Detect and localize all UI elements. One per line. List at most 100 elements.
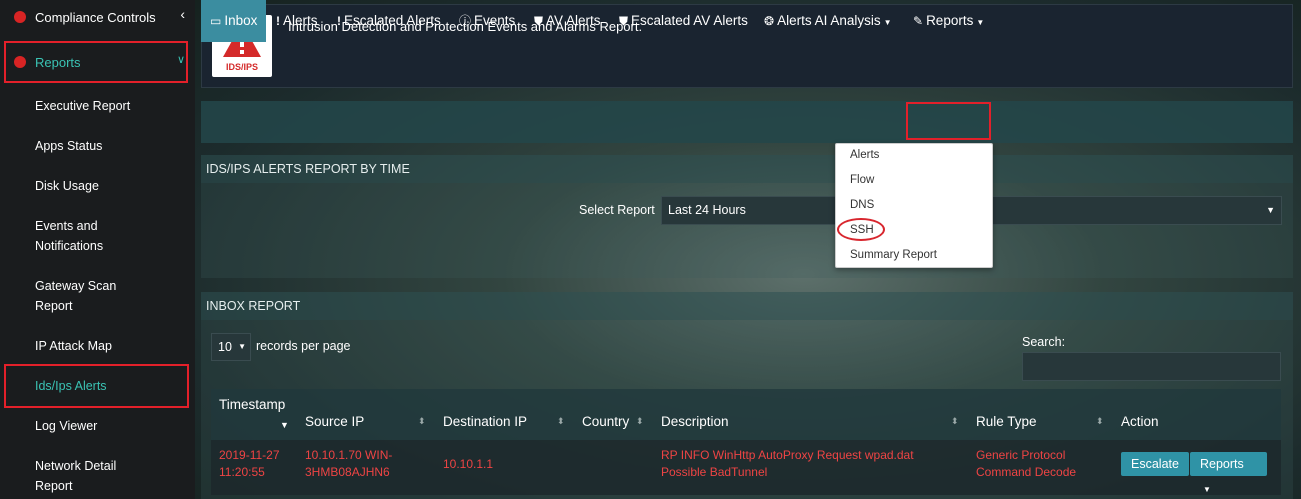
menu-item-dns[interactable]: DNS xyxy=(850,199,874,211)
search-label: Search: xyxy=(1022,335,1066,349)
reports-dropdown-menu: Alerts Flow DNS SSH Summary Report xyxy=(835,143,993,268)
cell-description: RP INFO WinHttp AutoProxy Request wpad.d… xyxy=(661,447,914,481)
sidebar-item-apps-status[interactable]: Apps Status xyxy=(0,136,195,156)
caret-down-icon: ▼ xyxy=(976,18,985,27)
tab-label: Alerts AI Analysis xyxy=(777,13,881,28)
column-country[interactable]: Country xyxy=(582,414,629,429)
info-circle-icon: ⓘ xyxy=(459,14,472,28)
shield-icon: ⛊ xyxy=(619,14,629,28)
tab-label: Escalated Alerts xyxy=(344,13,441,28)
button-label: Reports xyxy=(1200,457,1244,471)
bullet-icon xyxy=(14,11,26,23)
sidebar-item-log-viewer[interactable]: Log Viewer xyxy=(0,416,195,436)
sidebar-item-disk-usage[interactable]: Disk Usage xyxy=(0,176,195,196)
sidebar-item-label: Compliance Controls xyxy=(35,9,156,25)
menu-item-flow[interactable]: Flow xyxy=(850,174,874,186)
tab-label: Reports xyxy=(926,13,974,28)
exclamation-icon: ! xyxy=(337,14,341,28)
cell-text: Possible BadTunnel xyxy=(661,465,768,479)
sidebar-item-label: Gateway Scan xyxy=(35,279,117,293)
select-report-label: Select Report xyxy=(579,203,655,217)
select-value: Last 24 Hours xyxy=(668,203,746,217)
brain-icon: ❂ xyxy=(764,14,775,28)
cell-text: RP INFO WinHttp AutoProxy Request wpad.d… xyxy=(661,448,914,462)
column-timestamp[interactable]: Timestamp xyxy=(219,397,285,412)
sidebar-item-label: IP Attack Map xyxy=(35,339,112,353)
highlight-box xyxy=(4,364,189,408)
column-destination-ip[interactable]: Destination IP xyxy=(443,414,527,429)
cell-text: 10.10.1.70 WIN- xyxy=(305,448,393,462)
cell-destination-ip: 10.10.1.1 xyxy=(443,457,494,471)
sort-icon[interactable]: ⬍ xyxy=(636,416,644,427)
ssh-highlight-circle xyxy=(837,218,885,241)
cell-text: Generic Protocol xyxy=(976,448,1066,462)
pencil-icon: ✎ xyxy=(913,14,924,28)
tab-bar xyxy=(201,101,1293,143)
cell-text: Command Decode xyxy=(976,465,1077,479)
column-description[interactable]: Description xyxy=(661,414,729,429)
search-input[interactable] xyxy=(1022,352,1281,381)
sidebar-item-label: Network Detail xyxy=(35,459,117,473)
page-length-label: records per page xyxy=(256,339,351,353)
sort-icon[interactable]: ⬍ xyxy=(1096,416,1104,427)
sidebar-item-ip-attack-map[interactable]: IP Attack Map xyxy=(0,336,195,356)
sidebar-item-label: Events and xyxy=(35,219,98,233)
caret-down-icon: ▼ xyxy=(1266,205,1275,215)
sidebar-item-executive-report[interactable]: Executive Report xyxy=(0,96,195,116)
sidebar-item-label: Log Viewer xyxy=(35,419,98,433)
page-length-select[interactable]: 10 ▼ xyxy=(211,333,251,361)
caret-down-icon: ▼ xyxy=(1203,485,1211,494)
tab-inbox[interactable]: ▭ Inbox xyxy=(201,0,266,42)
row-reports-button[interactable]: Reports ▼ xyxy=(1190,452,1267,494)
cell-text: 11:20:55 xyxy=(219,465,265,479)
sidebar-item-label: Notifications xyxy=(35,239,104,253)
tab-reports[interactable]: ✎ Reports ▼ xyxy=(913,0,984,42)
cell-source-ip: 10.10.1.70 WIN- 3HMB08AJHN6 xyxy=(305,447,392,481)
tab-alerts-ai-analysis[interactable]: ❂ Alerts AI Analysis ▼ xyxy=(764,0,892,42)
sort-desc-icon[interactable]: ▼ xyxy=(280,420,289,430)
cell-text: 3HMB08AJHN6 xyxy=(305,465,390,479)
menu-item-summary-report[interactable]: Summary Report xyxy=(850,249,937,261)
column-action: Action xyxy=(1121,414,1159,429)
sidebar-item-label: Apps Status xyxy=(35,139,103,153)
highlight-box xyxy=(906,102,991,140)
inbox-icon: ▭ xyxy=(210,14,222,28)
inbox-panel-title: INBOX REPORT xyxy=(201,292,1293,320)
sidebar-item-label: Report xyxy=(35,299,73,313)
shield-icon: ⛊ xyxy=(534,14,544,28)
column-source-ip[interactable]: Source IP xyxy=(305,414,364,429)
escalate-button[interactable]: Escalate xyxy=(1121,452,1189,476)
svg-text:IDS/IPS: IDS/IPS xyxy=(226,62,258,72)
tab-label: Alerts xyxy=(283,13,318,28)
caret-down-icon: ▼ xyxy=(238,342,246,351)
tab-escalated-alerts[interactable]: ! Escalated Alerts xyxy=(337,0,441,42)
sidebar-item-events-notifications[interactable]: Events and Notifications xyxy=(0,216,195,256)
tab-events[interactable]: ⓘ Events xyxy=(459,0,515,42)
sidebar-item-label: Executive Report xyxy=(35,99,131,113)
sort-icon[interactable]: ⬍ xyxy=(418,416,426,427)
sort-icon[interactable]: ⬍ xyxy=(951,416,959,427)
sidebar: Compliance Controls ‹ Reports ∨ Executiv… xyxy=(0,0,195,499)
cell-rule-type: Generic Protocol Command Decode xyxy=(976,447,1076,481)
menu-item-alerts[interactable]: Alerts xyxy=(850,149,879,161)
tab-escalated-av-alerts[interactable]: ⛊ Escalated AV Alerts xyxy=(619,0,748,42)
tab-label: Inbox xyxy=(224,13,258,28)
sidebar-item-network-detail-report[interactable]: Network Detail Report xyxy=(0,456,195,496)
sidebar-item-gateway-scan-report[interactable]: Gateway Scan Report xyxy=(0,276,195,316)
sidebar-item-label: Disk Usage xyxy=(35,179,99,193)
sort-icon[interactable]: ⬍ xyxy=(557,416,565,427)
column-rule-type[interactable]: Rule Type xyxy=(976,414,1037,429)
tab-alerts[interactable]: ! Alerts xyxy=(276,0,318,42)
caret-down-icon: ▼ xyxy=(883,18,892,27)
highlight-box xyxy=(4,41,188,83)
select-value: 10 xyxy=(218,340,232,354)
tab-label: Events xyxy=(474,13,516,28)
cell-text: 2019-11-27 xyxy=(219,448,280,462)
report-panel-title: IDS/IPS ALERTS REPORT BY TIME xyxy=(201,155,1293,183)
sidebar-item-label: Report xyxy=(35,479,73,493)
tab-av-alerts[interactable]: ⛊ AV Alerts xyxy=(534,0,601,42)
tab-label: Escalated AV Alerts xyxy=(631,13,748,28)
tab-label: AV Alerts xyxy=(546,13,601,28)
sidebar-item-compliance-controls[interactable]: Compliance Controls ‹ xyxy=(0,0,195,34)
exclamation-icon: ! xyxy=(276,14,280,28)
